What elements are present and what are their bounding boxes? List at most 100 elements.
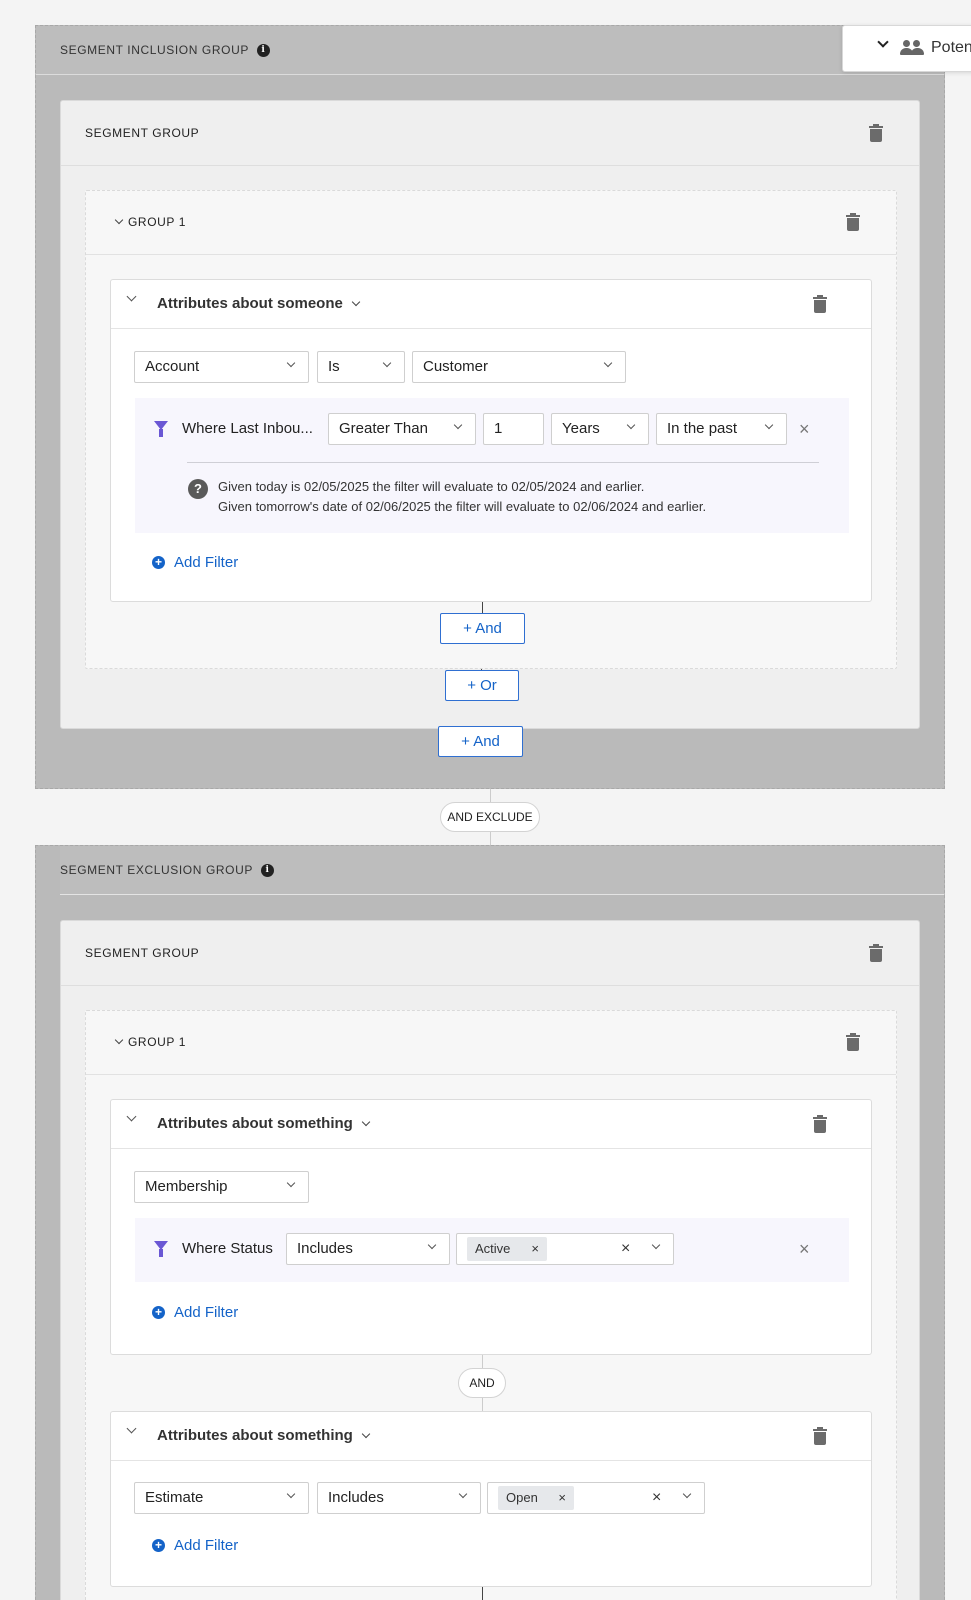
- group-title: GROUP 1: [128, 215, 186, 229]
- object-select[interactable]: Account: [134, 351, 309, 383]
- remove-chip-icon[interactable]: ×: [531, 1237, 539, 1261]
- filter-value-multiselect[interactable]: Active × ×: [456, 1233, 674, 1265]
- chevron-down-icon: [682, 1489, 692, 1499]
- add-filter-label: Add Filter: [174, 1304, 239, 1321]
- object-select-value: Membership: [145, 1178, 228, 1195]
- chevron-down-icon: [764, 420, 774, 430]
- filter-operator-select[interactable]: Includes: [286, 1233, 450, 1265]
- filter-hint-line1: Given today is 02/05/2025 the filter wil…: [218, 479, 645, 494]
- remove-filter-icon[interactable]: ×: [799, 420, 810, 438]
- filter-operator-value: Includes: [297, 1240, 353, 1257]
- chevron-down-icon[interactable]: [877, 36, 889, 48]
- delete-group-icon[interactable]: [846, 1033, 860, 1051]
- group-title: GROUP 1: [128, 1035, 186, 1049]
- add-and-segment-group-button[interactable]: + And: [438, 726, 523, 757]
- attribute-type-select[interactable]: Attributes about someone: [157, 295, 361, 312]
- add-filter-button[interactable]: + Add Filter: [152, 554, 238, 571]
- chevron-down-icon: [453, 420, 463, 430]
- collapse-chevron-icon[interactable]: [126, 291, 137, 302]
- card-title: Attributes about someone: [157, 295, 343, 312]
- divider: [187, 462, 819, 463]
- remove-chip-icon[interactable]: ×: [558, 1486, 566, 1510]
- operator-select[interactable]: Is: [317, 351, 405, 383]
- delete-card-icon[interactable]: [813, 295, 827, 313]
- inclusion-group-title: SEGMENT INCLUSION GROUP i: [60, 43, 270, 57]
- chevron-down-icon: [114, 1035, 124, 1045]
- group-toggle[interactable]: GROUP 1: [114, 1035, 186, 1049]
- delete-segment-group-icon[interactable]: [869, 124, 883, 142]
- filter-unit-value: Years: [562, 420, 600, 437]
- object-select-value: Account: [145, 358, 200, 375]
- add-and-condition-button[interactable]: + And: [440, 613, 525, 644]
- connector-line: [482, 1587, 483, 1600]
- inclusion-segment-group: SEGMENT GROUP GROUP 1 Attributes about s…: [60, 100, 920, 729]
- chevron-down-icon: [286, 1489, 296, 1499]
- potential-audience-label: Poten: [931, 39, 971, 56]
- card-header: Attributes about someone: [111, 280, 871, 329]
- value-multiselect[interactable]: Open × ×: [487, 1482, 705, 1514]
- delete-group-icon[interactable]: [846, 213, 860, 231]
- inclusion-group-1: GROUP 1 Attributes about someone Account…: [85, 190, 897, 669]
- chevron-down-icon: [651, 1240, 661, 1250]
- delete-card-icon[interactable]: [813, 1427, 827, 1445]
- attributes-card: Attributes about something Estimate Incl…: [110, 1411, 872, 1587]
- chevron-down-icon: [351, 297, 361, 306]
- inclusion-group-header: SEGMENT INCLUSION GROUP i: [36, 26, 944, 75]
- filter-direction-select[interactable]: In the past: [656, 413, 787, 445]
- attributes-card: Attributes about someone Account Is Cust…: [110, 279, 872, 602]
- remove-filter-icon[interactable]: ×: [799, 1240, 810, 1258]
- segment-exclusion-group: SEGMENT EXCLUSION GROUP i SEGMENT GROUP …: [35, 845, 945, 1600]
- group-toggle[interactable]: GROUP 1: [114, 215, 186, 229]
- potential-audience-popover[interactable]: Poten: [842, 25, 971, 72]
- collapse-chevron-icon[interactable]: [126, 1423, 137, 1434]
- filter-hint-line2: Given tomorrow's date of 02/06/2025 the …: [218, 499, 707, 514]
- exclusion-segment-group: SEGMENT GROUP GROUP 1 Attributes about s…: [60, 920, 920, 1600]
- object-select[interactable]: Membership: [134, 1171, 309, 1203]
- chevron-down-icon: [603, 358, 613, 368]
- filter-unit-select[interactable]: Years: [551, 413, 649, 445]
- plus-circle-icon: +: [152, 556, 165, 569]
- filter-label: Where Status: [182, 1240, 273, 1257]
- value-select-value: Customer: [423, 358, 489, 375]
- attribute-type-select[interactable]: Attributes about something: [157, 1427, 371, 1444]
- question-icon: ?: [188, 479, 208, 499]
- chevron-down-icon: [286, 1178, 296, 1188]
- operator-select-value: Includes: [328, 1489, 384, 1506]
- add-filter-label: Add Filter: [174, 554, 239, 571]
- attribute-type-select[interactable]: Attributes about something: [157, 1115, 371, 1132]
- and-toggle[interactable]: AND: [458, 1368, 506, 1398]
- add-filter-button[interactable]: + Add Filter: [152, 1304, 238, 1321]
- filter-direction-value: In the past: [667, 420, 738, 437]
- add-filter-button[interactable]: + Add Filter: [152, 1537, 238, 1554]
- value-chip: Open ×: [498, 1486, 574, 1510]
- chevron-down-icon: [361, 1429, 371, 1438]
- filter-row: Where Last Inbou... Greater Than 1 Years…: [135, 398, 849, 533]
- value-chip: Active ×: [467, 1237, 547, 1261]
- card-title: Attributes about something: [157, 1427, 353, 1444]
- info-icon[interactable]: i: [256, 43, 270, 57]
- delete-card-icon[interactable]: [813, 1115, 827, 1133]
- operator-select-value: Is: [328, 358, 340, 375]
- delete-segment-group-icon[interactable]: [869, 944, 883, 962]
- info-icon[interactable]: i: [260, 863, 274, 877]
- add-filter-label: Add Filter: [174, 1537, 239, 1554]
- chevron-down-icon: [458, 1489, 468, 1499]
- segment-group-header: SEGMENT GROUP: [61, 921, 919, 986]
- add-or-group-button[interactable]: + Or: [445, 670, 519, 701]
- filter-operator-select[interactable]: Greater Than: [328, 413, 476, 445]
- exclusion-group-title: SEGMENT EXCLUSION GROUP i: [60, 863, 274, 877]
- operator-select[interactable]: Includes: [317, 1482, 481, 1514]
- people-icon: [900, 40, 924, 56]
- exclusion-group-1: GROUP 1 Attributes about something Membe…: [85, 1010, 897, 1600]
- and-exclude-toggle[interactable]: AND EXCLUDE: [440, 802, 540, 832]
- object-select[interactable]: Estimate: [134, 1482, 309, 1514]
- value-select[interactable]: Customer: [412, 351, 626, 383]
- collapse-chevron-icon[interactable]: [126, 1111, 137, 1122]
- clear-values-icon[interactable]: ×: [621, 1234, 630, 1264]
- chevron-down-icon: [382, 358, 392, 368]
- group-header: GROUP 1: [86, 191, 896, 255]
- card-title: Attributes about something: [157, 1115, 353, 1132]
- filter-amount-input[interactable]: 1: [483, 413, 544, 445]
- clear-values-icon[interactable]: ×: [652, 1483, 661, 1513]
- exclusion-group-header: SEGMENT EXCLUSION GROUP i: [60, 846, 944, 895]
